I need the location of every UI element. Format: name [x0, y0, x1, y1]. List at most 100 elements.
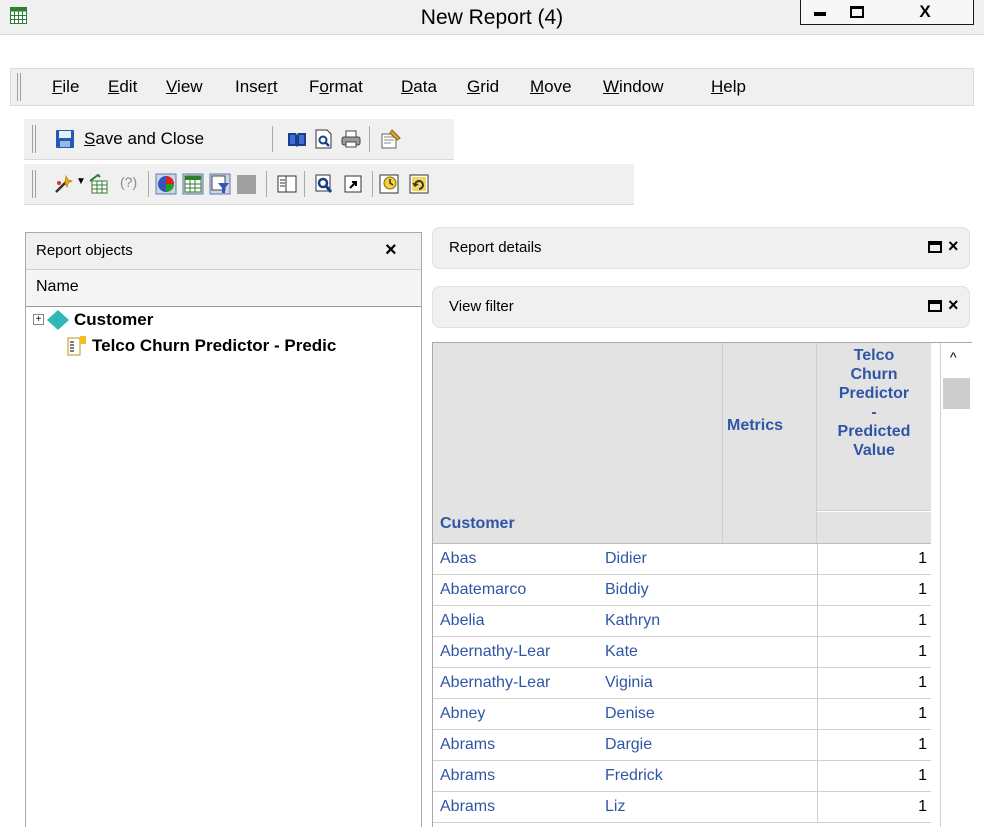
view-filter-panel[interactable]: View filter × [432, 286, 970, 328]
metric-value-cell: 1 [817, 544, 931, 574]
help-formula-icon[interactable]: (?) [120, 174, 137, 190]
expand-icon[interactable]: + [33, 314, 44, 325]
print-preview-icon[interactable] [313, 128, 335, 150]
scroll-up-icon[interactable]: ^ [950, 349, 957, 365]
table-row[interactable]: Abelia Kathryn 1 [433, 606, 931, 637]
metric-value-cell: 1 [817, 606, 931, 636]
metric-value: 1 [918, 550, 927, 567]
view-filter-title: View filter [449, 298, 514, 315]
report-details-panel[interactable]: Report details × [432, 227, 970, 269]
menubar-grip[interactable] [17, 73, 21, 101]
open-book-icon[interactable] [286, 128, 308, 150]
table-row[interactable]: Abas Didier 1 [433, 544, 931, 575]
table-row[interactable]: Abney Denise 1 [433, 699, 931, 730]
menu-view[interactable]: View [166, 77, 203, 97]
filter-view-icon[interactable] [209, 173, 231, 195]
toolbar-grip[interactable] [32, 125, 36, 153]
close-panel-icon[interactable]: × [948, 295, 959, 316]
table-row[interactable]: Abernathy-Lear Kate 1 [433, 637, 931, 668]
report-objects-close-icon[interactable]: × [385, 239, 397, 262]
vertical-scrollbar[interactable]: ^ [940, 343, 972, 827]
report-objects-panel: Report objects × Name + Customer Telco C… [25, 232, 422, 827]
save-and-close-label: Save and Close [84, 129, 205, 148]
maximize-panel-icon[interactable] [928, 300, 942, 312]
report-grid: Customer Metrics Telco Churn Predictor -… [432, 342, 972, 827]
save-and-close-button[interactable]: Save and Close [51, 125, 269, 153]
tree-item-customer[interactable]: + Customer [26, 307, 421, 333]
customer-first-name-cell: Kate [605, 643, 638, 660]
customer-last-name-cell: Abernathy-Lear [440, 643, 551, 660]
properties-icon[interactable] [380, 128, 402, 150]
metrics-header-cell[interactable]: Metrics [723, 343, 817, 543]
blank-view-icon[interactable] [237, 175, 256, 194]
print-icon[interactable] [340, 128, 362, 150]
customer-first-name-cell: Fredrick [605, 767, 663, 784]
maximize-icon [850, 6, 864, 18]
metric-column-header[interactable]: Telco Churn Predictor - Predicted Value [817, 343, 931, 511]
customer-first-name-cell: Denise [605, 705, 655, 722]
metric-value: 1 [918, 767, 927, 784]
graph-view-icon[interactable] [155, 173, 177, 195]
report-objects-header: Report objects × [26, 233, 421, 270]
toolbar-grip[interactable] [32, 170, 36, 198]
metric-header-line: Telco [853, 347, 895, 364]
refresh-icon[interactable] [408, 173, 430, 195]
table-row[interactable]: Abatemarco Biddiy 1 [433, 575, 931, 606]
customer-last-name-cell: Abrams [440, 767, 496, 784]
close-panel-icon[interactable]: × [948, 236, 959, 257]
shortcut-icon[interactable] [342, 173, 364, 195]
maximize-button[interactable] [838, 0, 878, 25]
minimize-button[interactable] [800, 0, 840, 25]
metrics-header-label: Metrics [727, 417, 784, 434]
customer-first-name-cell: Didier [605, 550, 647, 567]
wand-icon[interactable] [53, 173, 75, 195]
customer-last-name-cell: Abrams [440, 736, 496, 753]
grid-view-icon[interactable] [182, 173, 204, 195]
menu-edit[interactable]: Edit [108, 77, 137, 97]
find-icon[interactable] [313, 173, 335, 195]
metric-value-cell: 1 [817, 730, 931, 760]
menu-move[interactable]: Move [530, 77, 572, 97]
tree-item-metric[interactable]: Telco Churn Predictor - Predic [26, 333, 421, 359]
metric-value: 1 [918, 798, 927, 815]
metric-value: 1 [918, 581, 927, 598]
customer-first-name-cell: Dargie [605, 736, 653, 753]
customer-first-name-cell: Viginia [605, 674, 653, 691]
scrollbar-thumb[interactable] [943, 378, 970, 409]
close-button[interactable]: X [877, 0, 974, 25]
table-row[interactable]: Abernathy-Lear Viginia 1 [433, 668, 931, 699]
menu-file[interactable]: File [52, 77, 79, 97]
minimize-icon [814, 12, 826, 16]
metric-icon [67, 336, 86, 356]
title-bar: New Report (4) X [0, 0, 984, 35]
toolbar-separator [372, 171, 373, 197]
name-column-header[interactable]: Name [26, 270, 421, 307]
customer-last-name-cell: Abrams [440, 798, 496, 815]
metric-value: 1 [918, 736, 927, 753]
standard-toolbar: Save and Close [24, 119, 454, 160]
subtotals-icon[interactable] [88, 173, 110, 195]
menu-insert[interactable]: Insert [235, 77, 278, 97]
metric-value: 1 [918, 643, 927, 660]
menu-help[interactable]: Help [711, 77, 746, 97]
maximize-panel-icon[interactable] [928, 241, 942, 253]
menu-data[interactable]: Data [401, 77, 437, 97]
customer-header-cell[interactable]: Customer [433, 343, 723, 543]
metric-subheader-cell [817, 512, 931, 543]
object-browser-icon[interactable] [276, 173, 298, 195]
chevron-down-icon[interactable]: ▼ [76, 176, 86, 187]
menu-window[interactable]: Window [603, 77, 663, 97]
table-row[interactable]: Abrams Dargie 1 [433, 730, 931, 761]
report-toolbar: ▼ (?) [24, 164, 634, 205]
table-row[interactable]: Abrams Fredrick 1 [433, 761, 931, 792]
schedule-icon[interactable] [378, 173, 400, 195]
menu-grid[interactable]: Grid [467, 77, 499, 97]
metric-value-cell: 1 [817, 668, 931, 698]
metric-value: 1 [918, 705, 927, 722]
customer-last-name-cell: Abernathy-Lear [440, 674, 551, 691]
name-column-label: Name [36, 278, 79, 295]
table-row[interactable]: Abrams Liz 1 [433, 792, 931, 823]
attribute-icon [47, 310, 69, 330]
metric-value-cell: 1 [817, 792, 931, 822]
menu-format[interactable]: Format [309, 77, 363, 97]
